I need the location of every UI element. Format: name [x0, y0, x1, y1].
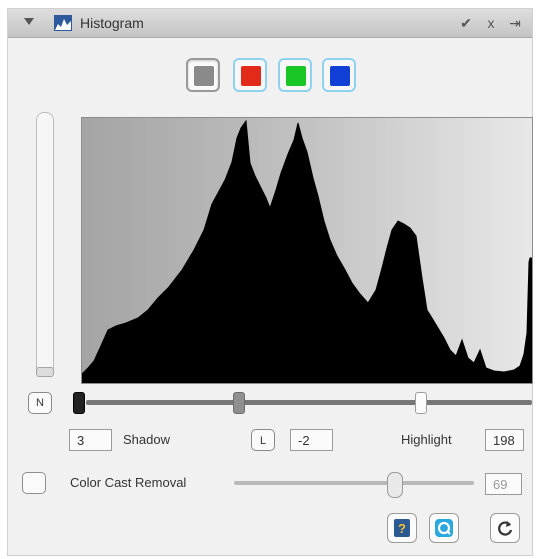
- color-cast-slider-thumb[interactable]: [387, 472, 403, 498]
- auto-correct-icon: [435, 519, 453, 537]
- histogram-icon: [54, 15, 72, 31]
- n-button[interactable]: N: [28, 392, 52, 414]
- reset-button[interactable]: [490, 513, 520, 543]
- color-cast-value-field[interactable]: 69: [485, 473, 522, 495]
- midtone-handle[interactable]: [233, 392, 245, 414]
- channel-luminosity-button[interactable]: [186, 58, 220, 92]
- highlight-label: Highlight: [401, 432, 452, 447]
- panel-title: Histogram: [80, 15, 144, 31]
- output-level-slider[interactable]: [36, 112, 54, 377]
- auto-correct-button[interactable]: [429, 513, 459, 543]
- checkmark-icon[interactable]: ✔: [457, 14, 475, 32]
- red-swatch: [241, 66, 261, 86]
- green-swatch: [286, 66, 306, 86]
- svg-text:?: ?: [398, 521, 406, 536]
- midtone-value-field[interactable]: -2: [290, 429, 333, 451]
- output-level-thumb[interactable]: [36, 367, 54, 377]
- channel-selector: [186, 58, 366, 96]
- shadow-handle[interactable]: [73, 392, 85, 414]
- help-button[interactable]: ?: [387, 513, 417, 543]
- help-icon: ?: [394, 519, 410, 537]
- highlight-handle[interactable]: [415, 392, 427, 414]
- levels-slider-track[interactable]: [86, 400, 532, 405]
- luminosity-swatch: [194, 66, 214, 86]
- color-cast-label: Color Cast Removal: [70, 475, 187, 490]
- channel-blue-button[interactable]: [322, 58, 356, 92]
- histogram-graph: [82, 119, 532, 383]
- close-x-icon[interactable]: x: [482, 14, 500, 32]
- color-cast-slider-track[interactable]: [234, 481, 474, 485]
- channel-green-button[interactable]: [278, 58, 312, 92]
- histogram-plot: [81, 117, 533, 384]
- reset-icon: [498, 521, 513, 536]
- disclosure-triangle-icon[interactable]: [24, 18, 34, 25]
- panel-menu-icon[interactable]: ⇥: [506, 14, 524, 32]
- shadow-label: Shadow: [123, 432, 170, 447]
- l-button[interactable]: L: [251, 429, 275, 451]
- color-cast-checkbox[interactable]: [22, 472, 46, 494]
- blue-swatch: [330, 66, 350, 86]
- shadow-value-field[interactable]: 3: [69, 429, 112, 451]
- panel-titlebar[interactable]: Histogram ✔ x ⇥: [8, 9, 532, 38]
- channel-red-button[interactable]: [233, 58, 267, 92]
- histogram-panel: Histogram ✔ x ⇥ N 3 Shadow L -2 Highligh…: [7, 8, 533, 556]
- highlight-value-field[interactable]: 198: [485, 429, 524, 451]
